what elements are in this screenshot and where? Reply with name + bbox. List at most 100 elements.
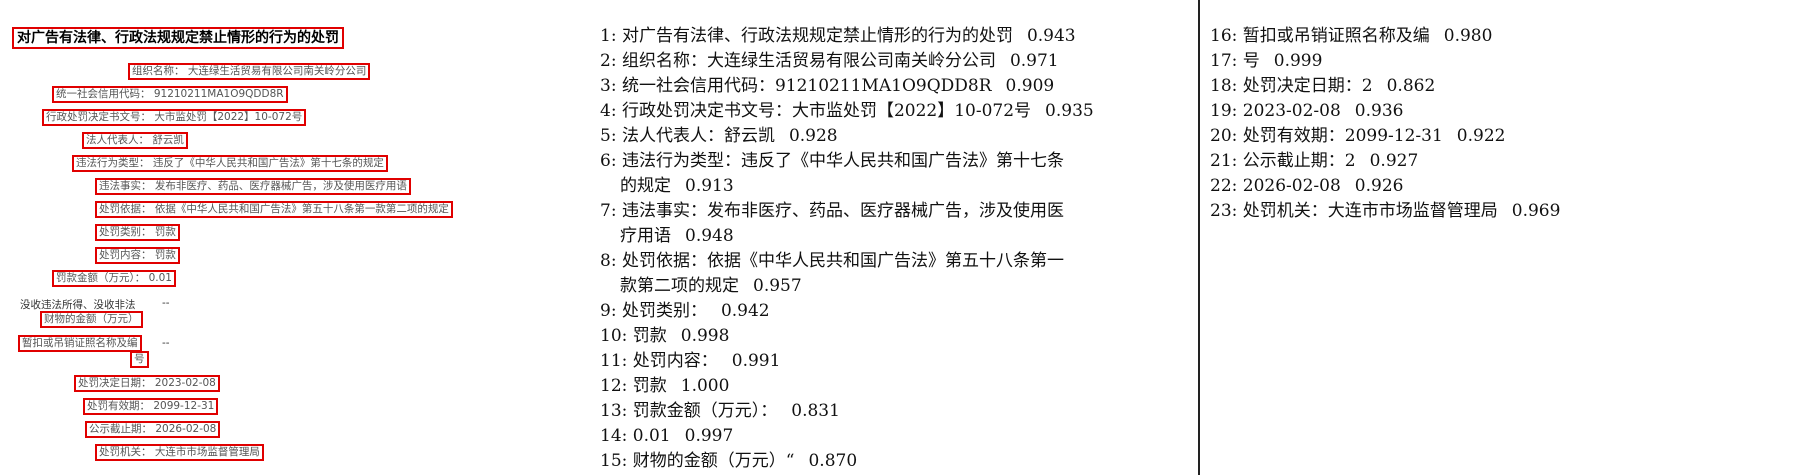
detected-box-penalty-content: 处罚内容： 罚款: [95, 247, 180, 264]
ocr-confidence-score: 0.831: [791, 401, 840, 421]
ocr-result-text: 处罚有效期：2099-12-31: [1242, 126, 1443, 146]
ocr-result-line: 17: 号 0.999: [1210, 49, 1322, 74]
ocr-confidence-score: 1.000: [680, 376, 730, 396]
ocr-confidence-score: 0.999: [1273, 51, 1323, 71]
undetected-text-dash-2: --: [162, 337, 170, 349]
ocr-result-text: 罚款: [632, 326, 667, 346]
detected-box-penalty-basis: 处罚依据： 依据《中华人民共和国广告法》第五十八条第一款第二项的规定: [95, 201, 453, 218]
ocr-confidence-score: 0.928: [788, 126, 838, 146]
ocr-result-line: 1: 对广告有法律、行政法规规定禁止情形的行为的处罚 0.943: [600, 24, 1076, 49]
ocr-result-line: 18: 处罚决定日期：2 0.862: [1210, 74, 1435, 99]
ocr-confidence-score: 0.957: [753, 276, 802, 296]
ocr-result-text: 法人代表人：舒云凯: [621, 126, 775, 146]
ocr-result-text: 2023-02-08: [1242, 101, 1341, 121]
ocr-result-text: 处罚类别：: [621, 301, 707, 321]
detected-box-fine-amount: 罚款金额（万元）： 0.01: [52, 270, 176, 287]
ocr-confidence-score: 0.948: [685, 226, 734, 246]
ocr-result-text: 罚款金额（万元）：: [632, 401, 778, 421]
annotated-document-panel: 对广告有法律、行政法规规定禁止情形的行为的处罚 组织名称： 大连绿生活贸易有限公…: [0, 0, 590, 475]
ocr-result-index: 18:: [1210, 76, 1238, 96]
ocr-result-line: 16: 暂扣或吊销证照名称及编 0.980: [1210, 24, 1492, 49]
ocr-result-index: 1:: [600, 26, 617, 46]
ocr-confidence-score: 0.913: [685, 176, 734, 196]
ocr-result-text: 处罚内容：: [632, 351, 718, 371]
ocr-result-text: 处罚依据：依据《中华人民共和国广告法》第五十八条第一: [621, 251, 1064, 271]
detected-box-violation-fact: 违法事实： 发布非医疗、药品、医疗器械广告，涉及使用医疗用语: [95, 178, 411, 195]
ocr-result-line: 9: 处罚类别： 0.942: [600, 299, 770, 324]
ocr-confidence-score: 0.927: [1369, 151, 1419, 171]
ocr-confidence-score: 0.926: [1354, 176, 1404, 196]
ocr-result-line: 4: 行政处罚决定书文号：大市监处罚【2022】10-072号 0.935: [600, 99, 1094, 124]
ocr-result-index: 5:: [600, 126, 617, 146]
detected-box-license-no: 号: [130, 351, 149, 368]
ocr-result-line: 14: 0.01 0.997: [600, 424, 733, 449]
detected-box-credit-code: 统一社会信用代码： 91210211MA1O9QDD8R: [52, 86, 288, 103]
ocr-confidence-score: 0.862: [1386, 76, 1436, 96]
ocr-result-line: 15: 财物的金额（万元）“ 0.870: [600, 449, 857, 474]
ocr-result-index: 8:: [600, 251, 617, 271]
ocr-result-text: 违法行为类型：违反了《中华人民共和国广告法》第十七条: [621, 151, 1064, 171]
ocr-result-index: 4:: [600, 101, 617, 121]
detected-box-decision-no: 行政处罚决定书文号： 大市监处罚【2022】10-072号: [42, 109, 307, 126]
detected-box-legal-rep: 法人代表人： 舒云凯: [82, 132, 188, 149]
ocr-result-index: 10:: [600, 326, 628, 346]
ocr-confidence-score: 0.922: [1456, 126, 1506, 146]
ocr-result-text: 违法事实：发布非医疗、药品、医疗器械广告，涉及使用医: [621, 201, 1064, 221]
ocr-result-index: 14:: [600, 426, 628, 446]
ocr-result-line: 3: 统一社会信用代码：91210211MA1O9QDD8R 0.909: [600, 74, 1054, 99]
ocr-result-line: 的规定 0.913: [620, 174, 734, 199]
detected-box-property-amount: 财物的金额（万元）: [40, 311, 143, 328]
ocr-result-text: 处罚机关：大连市市场监督管理局: [1242, 201, 1498, 221]
detected-box-penalty-category: 处罚类别： 罚款: [95, 224, 180, 241]
detected-box-license-name: 暂扣或吊销证照名称及编: [18, 335, 142, 352]
ocr-result-index: 9:: [600, 301, 617, 321]
ocr-result-index: 21:: [1210, 151, 1238, 171]
ocr-result-line: 5: 法人代表人：舒云凯 0.928: [600, 124, 838, 149]
detected-box-violation-type: 违法行为类型： 违反了《中华人民共和国广告法》第十七条的规定: [72, 155, 388, 172]
ocr-result-line: 6: 违法行为类型：违反了《中华人民共和国广告法》第十七条: [600, 149, 1064, 174]
ocr-result-text: 公示截止期：2: [1242, 151, 1356, 171]
ocr-confidence-score: 0.997: [684, 426, 734, 446]
ocr-result-index: 11:: [600, 351, 628, 371]
ocr-result-line: 13: 罚款金额（万元）： 0.831: [600, 399, 840, 424]
detected-box-valid-until: 处罚有效期： 2099-12-31: [83, 398, 219, 415]
ocr-confidence-score: 0.969: [1511, 201, 1561, 221]
ocr-result-line: 11: 处罚内容： 0.991: [600, 349, 780, 374]
ocr-confidence-score: 0.991: [731, 351, 781, 371]
ocr-confidence-score: 0.909: [1005, 76, 1055, 96]
ocr-result-index: 2:: [600, 51, 617, 71]
ocr-result-index: 17:: [1210, 51, 1238, 71]
ocr-result-index: 3:: [600, 76, 617, 96]
ocr-result-text: 财物的金额（万元）“: [632, 451, 795, 471]
ocr-result-text: 统一社会信用代码：91210211MA1O9QDD8R: [621, 76, 992, 96]
ocr-confidence-score: 0.870: [808, 451, 858, 471]
ocr-result-text: 疗用语: [620, 226, 671, 246]
ocr-confidence-score: 0.971: [1009, 51, 1059, 71]
ocr-result-line: 23: 处罚机关：大连市市场监督管理局 0.969: [1210, 199, 1560, 224]
ocr-result-index: 12:: [600, 376, 628, 396]
ocr-result-text: 2026-02-08: [1242, 176, 1341, 196]
ocr-result-line: 21: 公示截止期：2 0.927: [1210, 149, 1418, 174]
ocr-result-line: 20: 处罚有效期：2099-12-31 0.922: [1210, 124, 1505, 149]
ocr-result-line: 8: 处罚依据：依据《中华人民共和国广告法》第五十八条第一: [600, 249, 1064, 274]
ocr-confidence-score: 0.942: [720, 301, 770, 321]
ocr-result-text: 组织名称：大连绿生活贸易有限公司南关岭分公司: [621, 51, 996, 71]
ocr-result-index: 16:: [1210, 26, 1238, 46]
ocr-result-text: 的规定: [620, 176, 671, 196]
ocr-result-line: 22: 2026-02-08 0.926: [1210, 174, 1403, 199]
ocr-result-text: 暂扣或吊销证照名称及编: [1242, 26, 1430, 46]
ocr-result-line: 款第二项的规定 0.957: [620, 274, 802, 299]
ocr-confidence-score: 0.980: [1443, 26, 1493, 46]
ocr-result-text: 0.01: [632, 426, 671, 446]
ocr-result-index: 22:: [1210, 176, 1238, 196]
ocr-result-index: 20:: [1210, 126, 1238, 146]
ocr-result-line: 10: 罚款 0.998: [600, 324, 729, 349]
ocr-result-text: 行政处罚决定书文号：大市监处罚【2022】10-072号: [621, 101, 1032, 121]
ocr-result-line: 19: 2023-02-08 0.936: [1210, 99, 1403, 124]
ocr-result-index: 7:: [600, 201, 617, 221]
ocr-confidence-score: 0.936: [1354, 101, 1404, 121]
ocr-result-text: 处罚决定日期：2: [1242, 76, 1373, 96]
detected-box-org-name: 组织名称： 大连绿生活贸易有限公司南关岭分公司: [128, 63, 371, 80]
ocr-results-column-1: 1: 对广告有法律、行政法规规定禁止情形的行为的处罚 0.943 2: 组织名称：大…: [590, 0, 1198, 475]
ocr-confidence-score: 0.935: [1045, 101, 1094, 121]
